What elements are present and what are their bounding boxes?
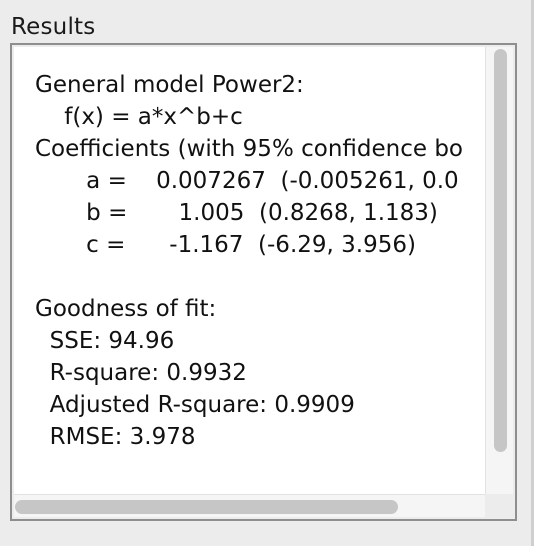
results-text: General model Power2: f(x) = a*x^b+c Coe… (35, 72, 463, 450)
results-text-area[interactable]: General model Power2: f(x) = a*x^b+c Coe… (14, 47, 485, 494)
results-panel: Results General model Power2: f(x) = a*x… (0, 0, 534, 546)
horizontal-scroll-thumb[interactable] (15, 500, 398, 514)
results-group-box: General model Power2: f(x) = a*x^b+c Coe… (10, 43, 517, 521)
horizontal-scrollbar[interactable] (14, 494, 485, 517)
results-title: Results (11, 14, 96, 40)
vertical-scrollbar[interactable] (485, 47, 513, 494)
scrollbar-corner (485, 494, 513, 517)
vertical-scroll-thumb[interactable] (494, 49, 507, 452)
